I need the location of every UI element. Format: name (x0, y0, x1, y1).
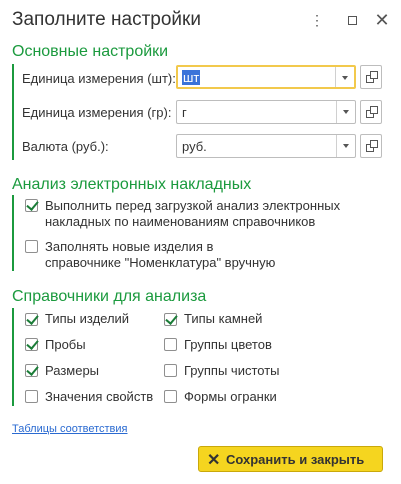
catalog-stone-types-label[interactable]: Типы камней (184, 311, 262, 327)
catalog-assays-label[interactable]: Пробы (45, 337, 86, 353)
mapping-tables-link[interactable]: Таблицы соответствия (12, 423, 128, 435)
catalog-sizes-checkbox[interactable] (25, 363, 39, 377)
fill-manually-label[interactable]: Заполнять новые изделия в справочнике "Н… (45, 239, 275, 271)
unit-pcs-field[interactable]: шт (176, 65, 356, 89)
title-bar: Заполните настройки ⋮ ✕ (0, 0, 401, 42)
kebab-menu-icon[interactable]: ⋮ (306, 9, 328, 31)
unit-pcs-label: Единица измерения (шт): (22, 71, 176, 86)
catalog-color-groups-checkbox[interactable] (164, 338, 177, 351)
currency-value: руб. (182, 139, 207, 154)
unit-gr-field[interactable]: г (176, 100, 356, 124)
catalogs-title: Справочники для анализа (12, 288, 207, 305)
catalog-cut-shapes-label[interactable]: Формы огранки (184, 389, 277, 405)
currency-open-icon[interactable] (360, 134, 382, 158)
catalog-stone-types-checkbox[interactable] (164, 312, 178, 326)
unit-pcs-dropdown-icon[interactable] (335, 67, 354, 87)
catalog-assays-checkbox[interactable] (25, 337, 39, 351)
unit-gr-open-icon[interactable] (360, 100, 382, 124)
currency-label: Валюта (руб.): (22, 139, 109, 154)
catalog-color-groups-label[interactable]: Группы цветов (184, 337, 272, 353)
maximize-icon[interactable] (341, 9, 363, 31)
window-title: Заполните настройки (12, 9, 201, 30)
close-icon[interactable]: ✕ (371, 9, 393, 31)
catalog-item-types-checkbox[interactable] (25, 312, 39, 326)
currency-field[interactable]: руб. (176, 134, 356, 158)
analyze-before-load-label[interactable]: Выполнить перед загрузкой анализ электро… (45, 198, 340, 230)
save-and-close-label: Сохранить и закрыть (226, 452, 365, 467)
close-x-icon: ✕ (207, 452, 221, 469)
unit-gr-value: г (182, 105, 187, 120)
catalog-item-types-label[interactable]: Типы изделий (45, 311, 129, 327)
catalog-cut-shapes-checkbox[interactable] (164, 390, 177, 403)
invoice-analysis-title: Анализ электронных накладных (12, 176, 252, 193)
catalog-property-values-checkbox[interactable] (25, 390, 38, 403)
catalog-clarity-groups-checkbox[interactable] (164, 364, 177, 377)
fill-manually-checkbox[interactable] (25, 240, 38, 253)
unit-gr-label: Единица измерения (гр): (22, 105, 172, 120)
unit-pcs-value: шт (182, 70, 201, 85)
currency-dropdown-icon[interactable] (336, 135, 355, 157)
catalog-sizes-label[interactable]: Размеры (45, 363, 99, 379)
catalog-clarity-groups-label[interactable]: Группы чистоты (184, 363, 280, 379)
unit-gr-dropdown-icon[interactable] (336, 101, 355, 123)
main-settings-title: Основные настройки (12, 43, 169, 60)
catalog-property-values-label[interactable]: Значения свойств (45, 389, 153, 405)
unit-pcs-open-icon[interactable] (360, 65, 382, 89)
analyze-before-load-checkbox[interactable] (25, 198, 39, 212)
save-and-close-button[interactable]: ✕ Сохранить и закрыть (198, 446, 383, 472)
invoice-analysis-group-bar (12, 195, 14, 271)
main-settings-group-bar (12, 64, 14, 160)
catalogs-group-bar (12, 308, 14, 406)
